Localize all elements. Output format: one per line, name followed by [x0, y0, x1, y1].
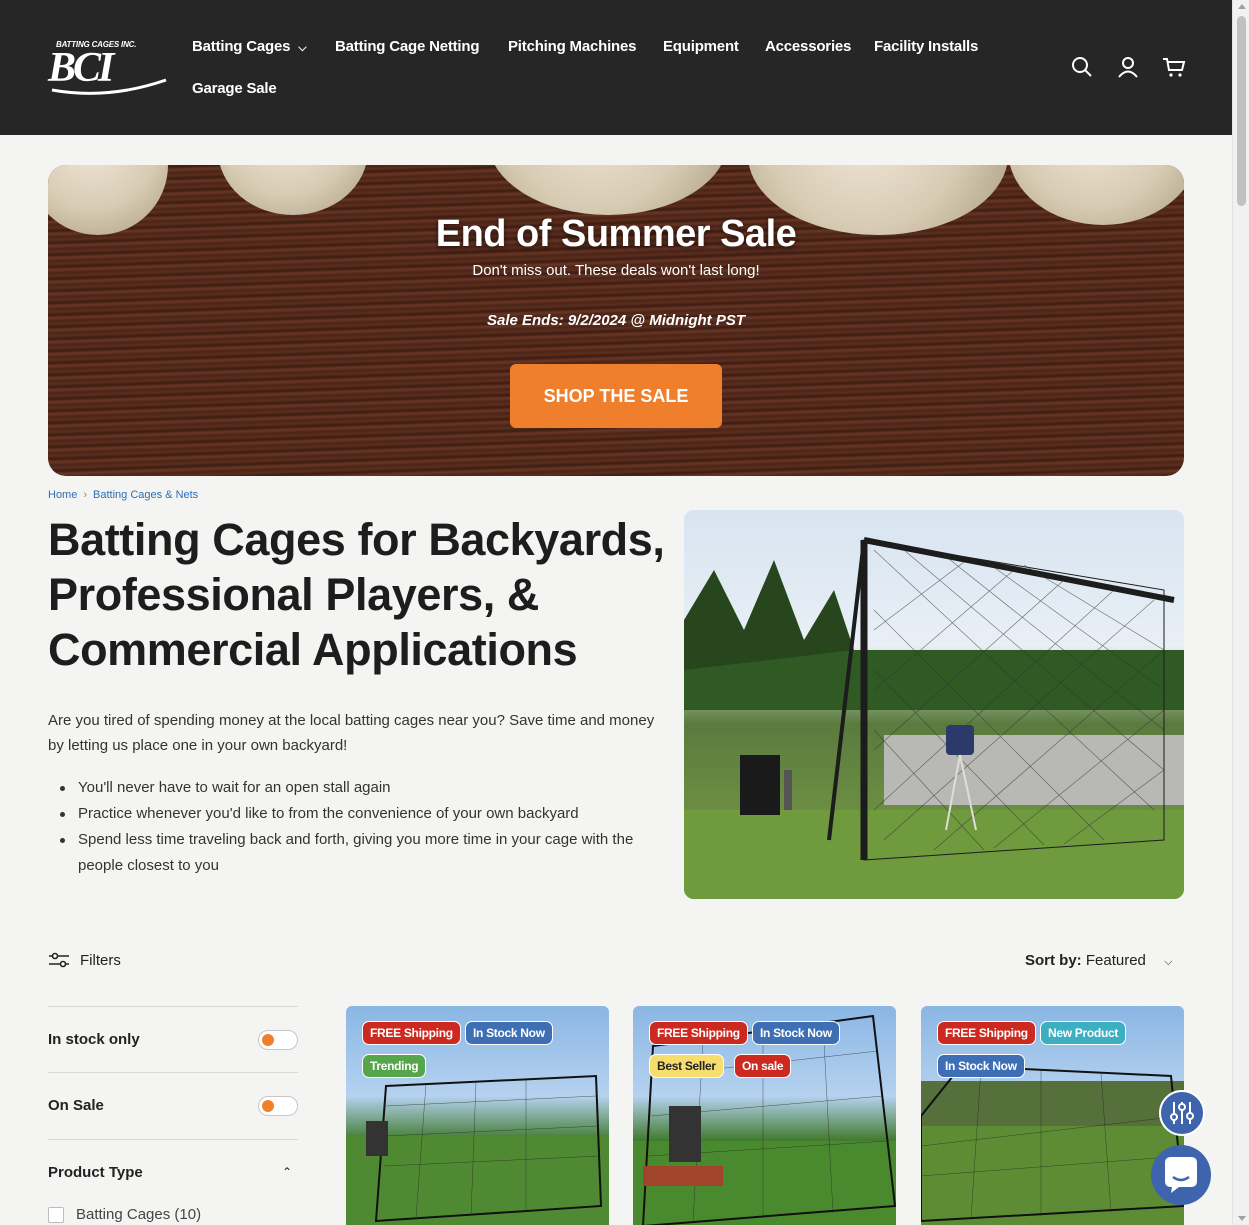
list-item: Practice whenever you'd like to from the…	[48, 801, 668, 827]
nav-item-accessories[interactable]: Accessories	[765, 38, 851, 55]
cart-icon[interactable]	[1162, 56, 1186, 78]
banner-subtitle: Don't miss out. These deals won't last l…	[472, 262, 760, 279]
sort-value: Featured	[1085, 952, 1146, 969]
badge-in-stock: In Stock Now	[937, 1054, 1025, 1078]
product-card[interactable]: FREE Shipping New Product In Stock Now	[921, 1006, 1184, 1225]
account-icon[interactable]	[1117, 56, 1139, 78]
batting-cages-checkbox[interactable]	[48, 1207, 64, 1223]
scroll-down-icon[interactable]	[1238, 1216, 1246, 1221]
nav-item-facility-installs[interactable]: Facility Installs	[874, 38, 978, 55]
filters-label: Filters	[80, 952, 121, 969]
breadcrumb: Home › Batting Cages & Nets	[48, 489, 198, 501]
baseball-image	[218, 165, 368, 215]
breadcrumb-separator-icon: ›	[83, 489, 88, 501]
sliders-icon	[49, 952, 69, 968]
in-stock-label: In stock only	[48, 1031, 140, 1048]
page-title: Batting Cages for Backyards, Professiona…	[48, 514, 665, 675]
breadcrumb-current[interactable]: Batting Cages & Nets	[93, 489, 198, 501]
nav-item-label: Batting Cages	[192, 38, 291, 55]
badge-in-stock: In Stock Now	[752, 1021, 840, 1045]
badge-best-seller: Best Seller	[649, 1054, 724, 1078]
page-scrollbar[interactable]	[1232, 0, 1249, 1225]
site-logo[interactable]: BATTING CAGES INC. BCI	[48, 40, 170, 96]
logo-swoosh-icon	[51, 78, 167, 95]
chevron-down-icon: ⌵	[298, 42, 307, 54]
badge-in-stock: In Stock Now	[465, 1021, 553, 1045]
batting-cage-illustration	[684, 537, 1184, 899]
on-sale-toggle[interactable]	[258, 1096, 298, 1116]
baseball-image	[488, 165, 728, 215]
badge-trending: Trending	[362, 1054, 427, 1078]
accessibility-button[interactable]	[1159, 1090, 1205, 1136]
in-stock-toggle[interactable]	[258, 1030, 298, 1050]
scroll-up-icon[interactable]	[1238, 4, 1246, 9]
badge-free-shipping: FREE Shipping	[937, 1021, 1036, 1045]
chat-bubble-icon	[1165, 1157, 1197, 1193]
product-card[interactable]: FREE Shipping In Stock Now Trending	[346, 1006, 609, 1225]
scrollbar-thumb[interactable]	[1237, 16, 1246, 206]
badge-on-sale: On sale	[734, 1054, 792, 1078]
sale-banner: End of Summer Sale Don't miss out. These…	[48, 165, 1184, 476]
chevron-up-icon[interactable]: ⌃	[282, 1165, 292, 1179]
sort-label: Sort by:	[1025, 952, 1082, 969]
sort-dropdown[interactable]: Sort by: Featured ⌵	[1025, 952, 1172, 969]
breadcrumb-home[interactable]: Home	[48, 489, 77, 501]
search-icon[interactable]	[1071, 56, 1093, 78]
badge-free-shipping: FREE Shipping	[362, 1021, 461, 1045]
sale-end-date: Sale Ends: 9/2/2024 @ Midnight PST	[486, 312, 746, 329]
badge-free-shipping: FREE Shipping	[649, 1021, 748, 1045]
nav-item-garage-sale[interactable]: Garage Sale	[192, 80, 277, 97]
list-item: You'll never have to wait for an open st…	[48, 775, 668, 801]
benefits-list: You'll never have to wait for an open st…	[48, 775, 668, 879]
nav-item-equipment[interactable]: Equipment	[663, 38, 739, 55]
batting-cage-photo	[684, 510, 1184, 899]
batting-cages-option-label[interactable]: Batting Cages (10)	[76, 1206, 201, 1223]
chevron-down-icon: ⌵	[1164, 956, 1173, 968]
divider	[48, 1072, 298, 1073]
on-sale-label: On Sale	[48, 1097, 104, 1114]
chat-button[interactable]	[1151, 1145, 1211, 1205]
banner-title: End of Summer Sale	[435, 213, 797, 255]
shop-the-sale-button[interactable]: SHOP THE SALE	[510, 364, 722, 428]
nav-item-batting-cages[interactable]: Batting Cages ⌵	[192, 38, 307, 55]
badge-new-product: New Product	[1040, 1021, 1127, 1045]
site-header: BATTING CAGES INC. BCI Batting Cages ⌵ Ba…	[0, 0, 1232, 135]
intro-paragraph: Are you tired of spending money at the l…	[48, 712, 655, 754]
filters-toggle[interactable]: Filters	[48, 951, 121, 973]
divider	[48, 1006, 298, 1007]
sliders-icon	[1170, 1102, 1194, 1124]
nav-item-pitching-machines[interactable]: Pitching Machines	[508, 38, 636, 55]
nav-item-batting-cage-netting[interactable]: Batting Cage Netting	[335, 38, 480, 55]
product-type-heading[interactable]: Product Type	[48, 1164, 143, 1181]
product-card[interactable]: FREE Shipping In Stock Now Best Seller O…	[633, 1006, 896, 1225]
divider	[48, 1139, 298, 1140]
list-item: Spend less time traveling back and forth…	[48, 827, 668, 879]
